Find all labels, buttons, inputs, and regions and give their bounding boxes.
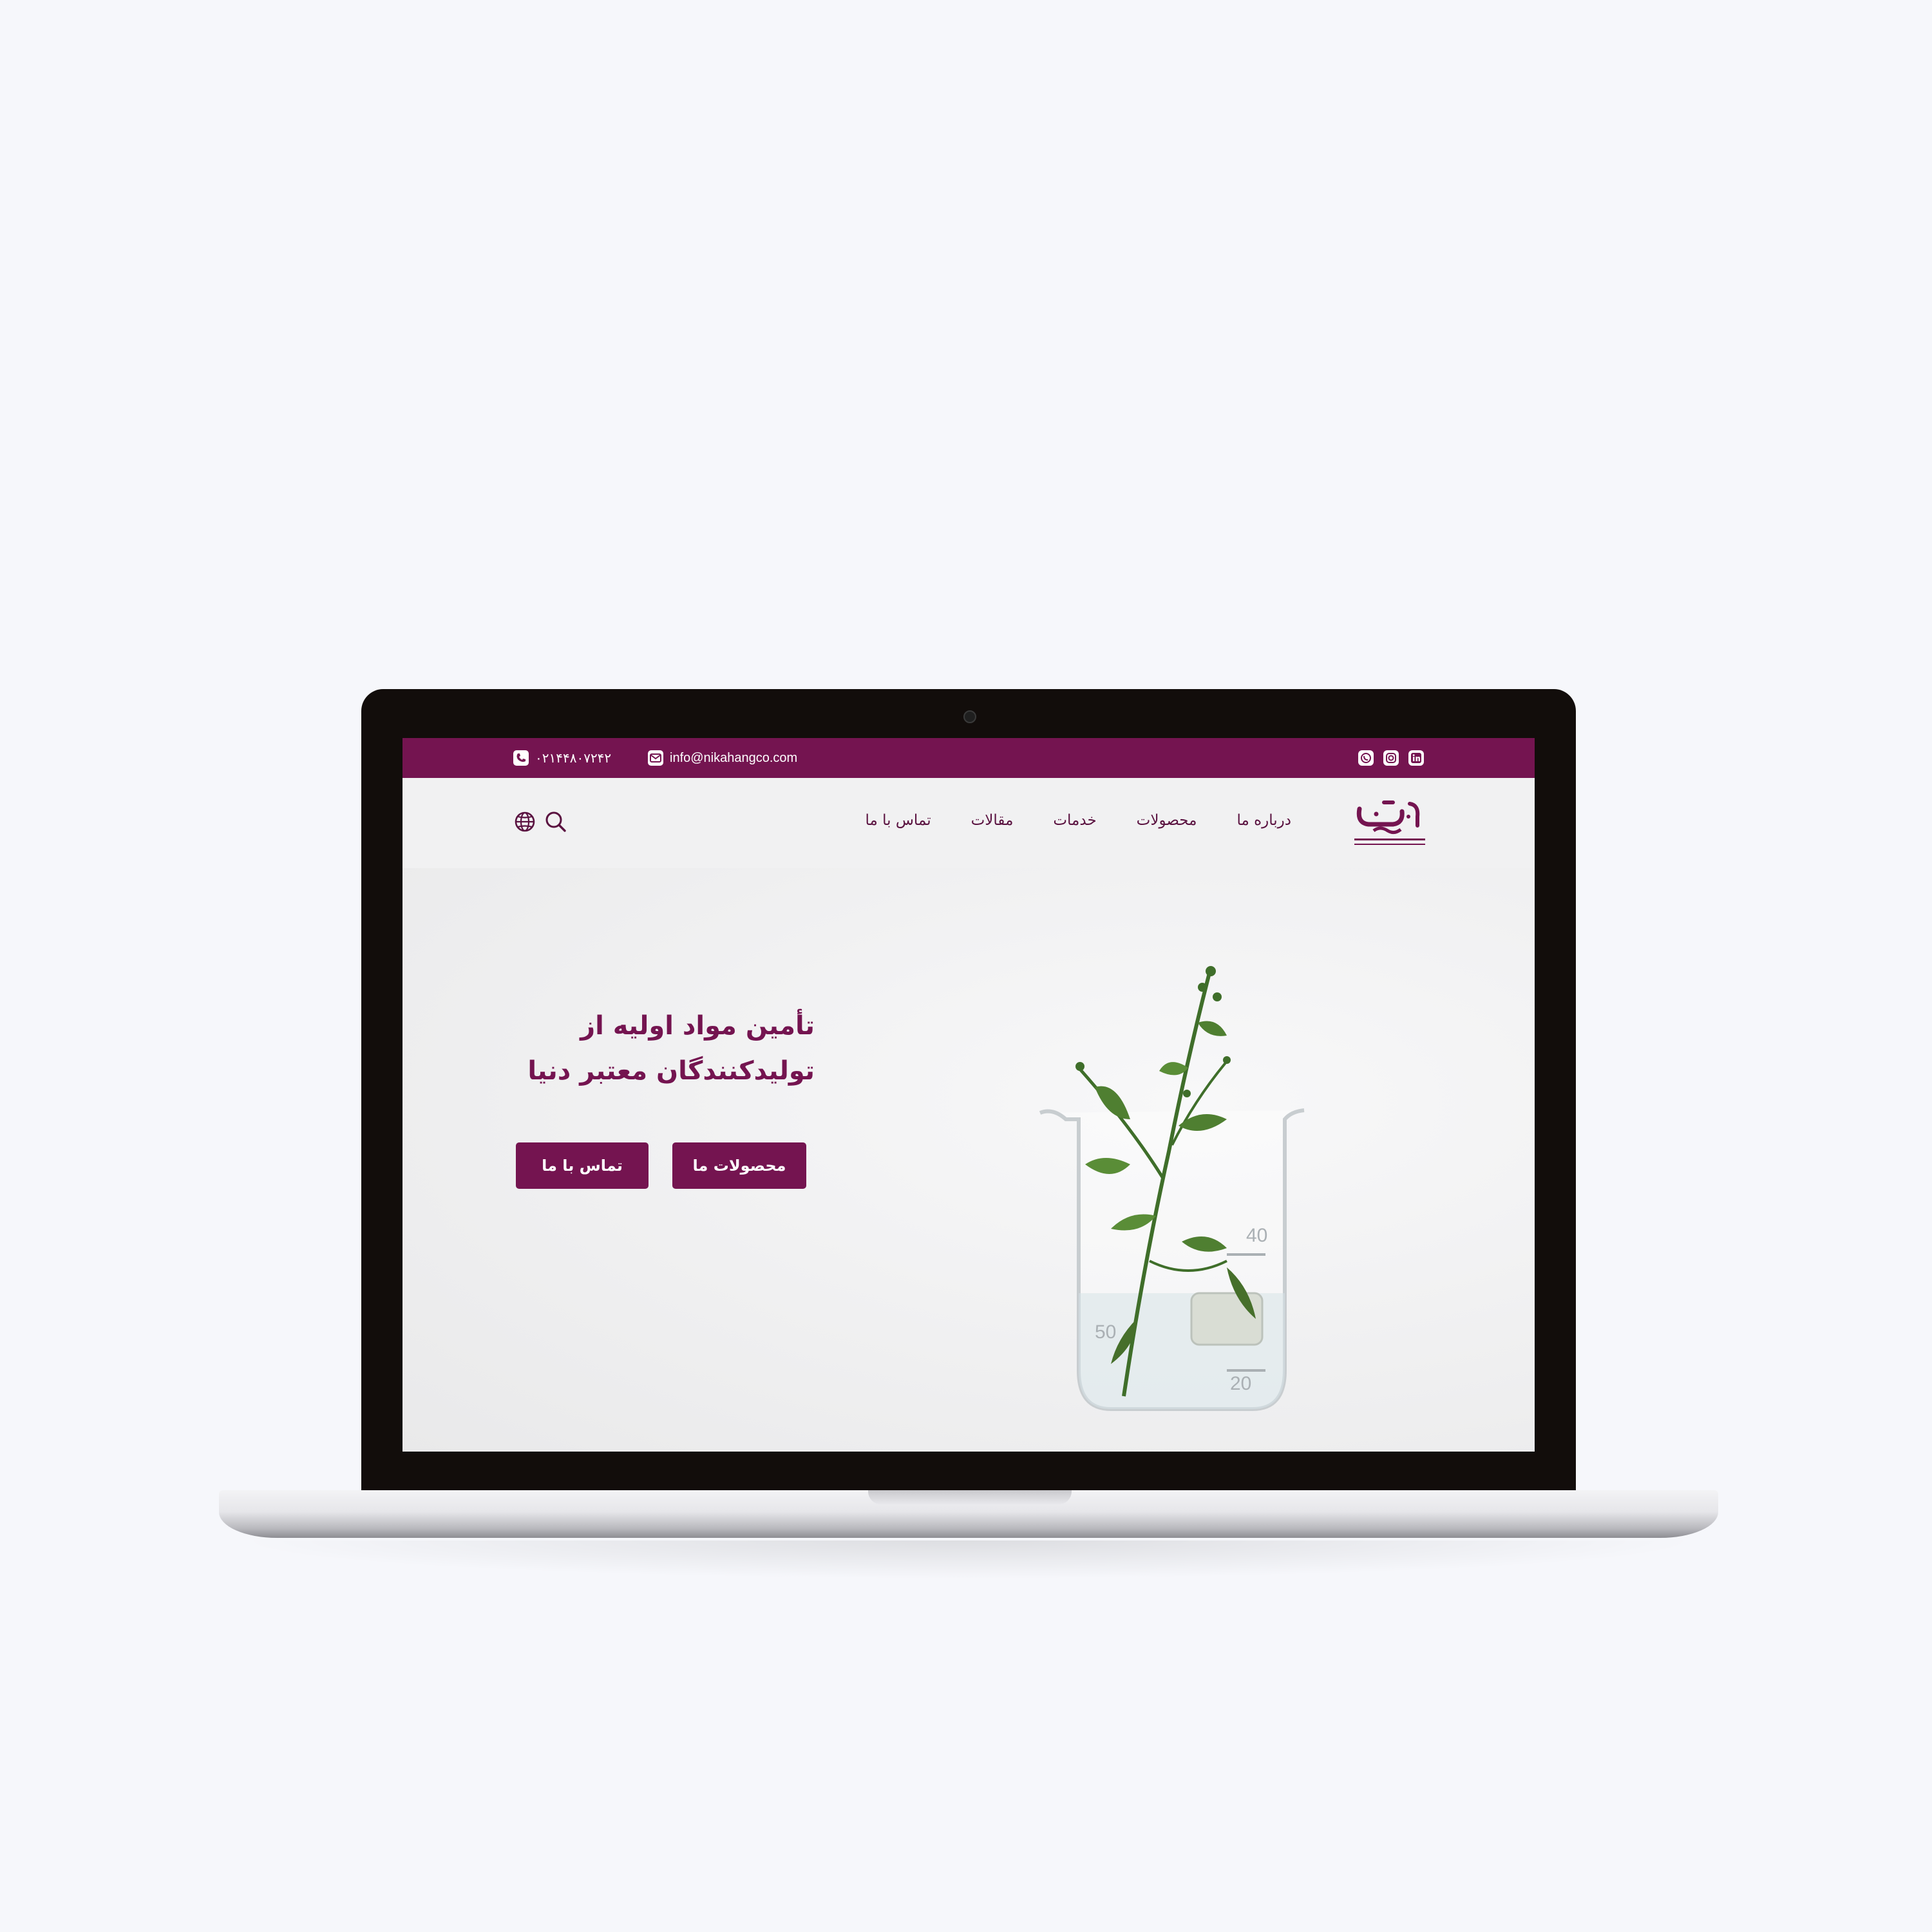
- email-contact[interactable]: info@nikahangco.com: [648, 738, 797, 778]
- website-screen: ۰۲۱۴۴۸۰۷۲۴۲ info@nikahangco.com درباره م…: [402, 738, 1535, 1452]
- phone-contact[interactable]: ۰۲۱۴۴۸۰۷۲۴۲: [513, 738, 611, 778]
- beaker-mark-20: 20: [1230, 1373, 1251, 1394]
- webcam-icon: [963, 710, 976, 723]
- email-address: info@nikahangco.com: [670, 750, 798, 765]
- laptop-shadow: [232, 1540, 1705, 1579]
- social-links: [1358, 750, 1424, 766]
- contact-button[interactable]: تماس با ما: [516, 1142, 649, 1189]
- nav-articles[interactable]: مقالات: [971, 812, 1014, 829]
- company-logo[interactable]: [1354, 797, 1425, 849]
- top-contact-bar: ۰۲۱۴۴۸۰۷۲۴۲ info@nikahangco.com: [402, 738, 1535, 778]
- phone-number: ۰۲۱۴۴۸۰۷۲۴۲: [535, 751, 612, 766]
- nav-services[interactable]: خدمات: [1053, 812, 1096, 829]
- search-icon[interactable]: [543, 809, 569, 835]
- nav-about[interactable]: درباره ما: [1236, 812, 1291, 829]
- nav-tools: [513, 809, 569, 835]
- linkedin-icon[interactable]: [1408, 750, 1424, 766]
- instagram-icon[interactable]: [1383, 750, 1399, 766]
- main-navigation: درباره ما محصولات خدمات مقالات تماس با م…: [402, 778, 1535, 868]
- beaker-plant-image: 40 20 50: [1039, 966, 1305, 1411]
- laptop-base: [219, 1490, 1718, 1538]
- nav-products[interactable]: محصولات: [1137, 812, 1197, 829]
- products-button[interactable]: محصولات ما: [672, 1142, 806, 1189]
- whatsapp-icon[interactable]: [1358, 750, 1374, 766]
- beaker-mark-50: 50: [1095, 1321, 1116, 1343]
- mail-icon: [648, 750, 663, 766]
- nav-contact[interactable]: تماس با ما: [866, 812, 931, 829]
- hero-headline: تأمین مواد اولیه از تولیدکنندگان معتبر د…: [506, 1003, 815, 1094]
- hero-headline-line-2: تولیدکنندگان معتبر دنیا: [527, 1056, 815, 1086]
- hero-headline-line-1: تأمین مواد اولیه از: [580, 1011, 815, 1041]
- phone-icon: [513, 750, 529, 766]
- hero-slider: تأمین مواد اولیه از تولیدکنندگان معتبر د…: [402, 868, 1535, 1452]
- globe-icon[interactable]: [513, 810, 536, 833]
- nav-links: درباره ما محصولات خدمات مقالات تماس با م…: [866, 808, 1292, 833]
- laptop-lid-notch: [868, 1490, 1072, 1504]
- beaker-mark-40: 40: [1246, 1225, 1267, 1246]
